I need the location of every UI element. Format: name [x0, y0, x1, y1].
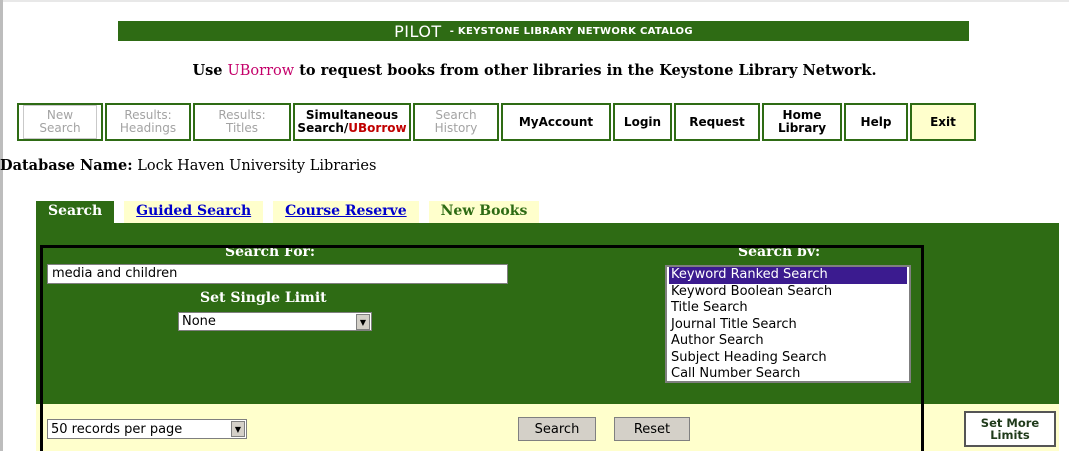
help-label: Help: [860, 114, 892, 129]
banner-title: PILOT: [394, 21, 442, 41]
simultaneous-search-part: Search/: [297, 121, 349, 135]
myaccount-label: MyAccount: [518, 114, 594, 129]
reset-button[interactable]: Reset: [614, 417, 690, 441]
tab-new-books[interactable]: New Books: [428, 201, 540, 224]
search-by-option[interactable]: Call Number Search: [669, 366, 907, 383]
tab-search-label: Search: [48, 203, 103, 219]
set-more-limits-button[interactable]: Set More Limits: [964, 411, 1056, 447]
uborrow-notice: Use UBorrow to request books from other …: [0, 62, 1069, 79]
home-library-button[interactable]: Home Library: [762, 103, 842, 141]
request-button[interactable]: Request: [674, 103, 760, 141]
results-headings-line2: Headings: [119, 121, 177, 135]
database-name-value: Lock Haven University Libraries: [132, 158, 377, 174]
search-input[interactable]: media and children: [47, 264, 508, 284]
results-headings-button[interactable]: Results: Headings: [105, 103, 191, 141]
home-library-line2: Library: [777, 121, 827, 135]
new-search-line2: Search: [39, 121, 81, 135]
window-frame-top: [0, 0, 1069, 2]
catalog-banner: PILOT - KEYSTONE LIBRARY NETWORK CATALOG: [118, 21, 969, 41]
tab-course-reserve[interactable]: Course Reserve: [273, 201, 419, 224]
search-for-label: Search For:: [225, 248, 316, 256]
results-titles-button[interactable]: Results: Titles: [193, 103, 291, 141]
search-history-line2: History: [434, 121, 478, 135]
tab-search[interactable]: Search: [36, 201, 115, 224]
request-label: Request: [689, 114, 745, 129]
chevron-down-icon[interactable]: ▼: [356, 314, 370, 330]
exit-label: Exit: [930, 114, 956, 129]
chevron-down-icon[interactable]: ▼: [231, 421, 245, 437]
results-titles-line2: Titles: [226, 121, 258, 135]
help-button[interactable]: Help: [844, 103, 908, 141]
tab-new-books-label: New Books: [440, 203, 528, 219]
single-limit-label: Set Single Limit: [200, 290, 327, 306]
login-button[interactable]: Login: [613, 103, 672, 141]
tab-guided-search-label: Guided Search: [136, 203, 252, 219]
search-by-option[interactable]: Subject Heading Search: [669, 350, 907, 367]
tab-guided-search[interactable]: Guided Search: [124, 201, 264, 224]
simultaneous-uborrow-part: UBorrow: [348, 121, 407, 135]
search-tabs: Search Guided Search Course Reserve New …: [36, 201, 540, 224]
set-more-limits-line2: Limits: [990, 428, 1030, 442]
search-by-option[interactable]: Journal Title Search: [669, 317, 907, 334]
database-name-label: Database Name:: [0, 157, 133, 174]
search-button[interactable]: Search: [518, 417, 596, 441]
exit-button[interactable]: Exit: [910, 103, 976, 141]
tab-course-reserve-label: Course Reserve: [285, 203, 407, 219]
banner-subtitle: - KEYSTONE LIBRARY NETWORK CATALOG: [449, 25, 693, 37]
myaccount-button[interactable]: MyAccount: [501, 103, 611, 141]
new-search-inner: New Search: [23, 105, 97, 139]
notice-prefix: Use: [192, 62, 228, 79]
search-by-listbox[interactable]: Keyword Ranked Search Keyword Boolean Se…: [665, 265, 911, 383]
search-by-option[interactable]: Title Search: [669, 300, 907, 317]
search-by-option[interactable]: Keyword Ranked Search: [669, 267, 907, 284]
single-limit-select[interactable]: None ▼: [178, 312, 372, 331]
database-name: Database Name: Lock Haven University Lib…: [0, 157, 376, 174]
simultaneous-search-button[interactable]: Simultaneous Search/UBorrow: [293, 103, 411, 141]
nav-toolbar: New Search Results: Headings Results: Ti…: [17, 103, 976, 141]
single-limit-value: None: [182, 314, 216, 329]
search-by-option[interactable]: Keyword Boolean Search: [669, 284, 907, 301]
uborrow-link[interactable]: UBorrow: [228, 63, 295, 79]
simultaneous-line2: Search/UBorrow: [297, 122, 406, 135]
records-per-page-value: 50 records per page: [51, 421, 183, 437]
search-by-option[interactable]: Author Search: [669, 333, 907, 350]
new-search-button[interactable]: New Search: [17, 103, 103, 141]
search-by-label: Search by:: [738, 248, 821, 256]
records-per-page-select[interactable]: 50 records per page ▼: [47, 419, 247, 439]
login-label: Login: [623, 114, 662, 129]
search-history-button[interactable]: Search History: [413, 103, 499, 141]
notice-suffix: to request books from other libraries in…: [294, 62, 877, 79]
